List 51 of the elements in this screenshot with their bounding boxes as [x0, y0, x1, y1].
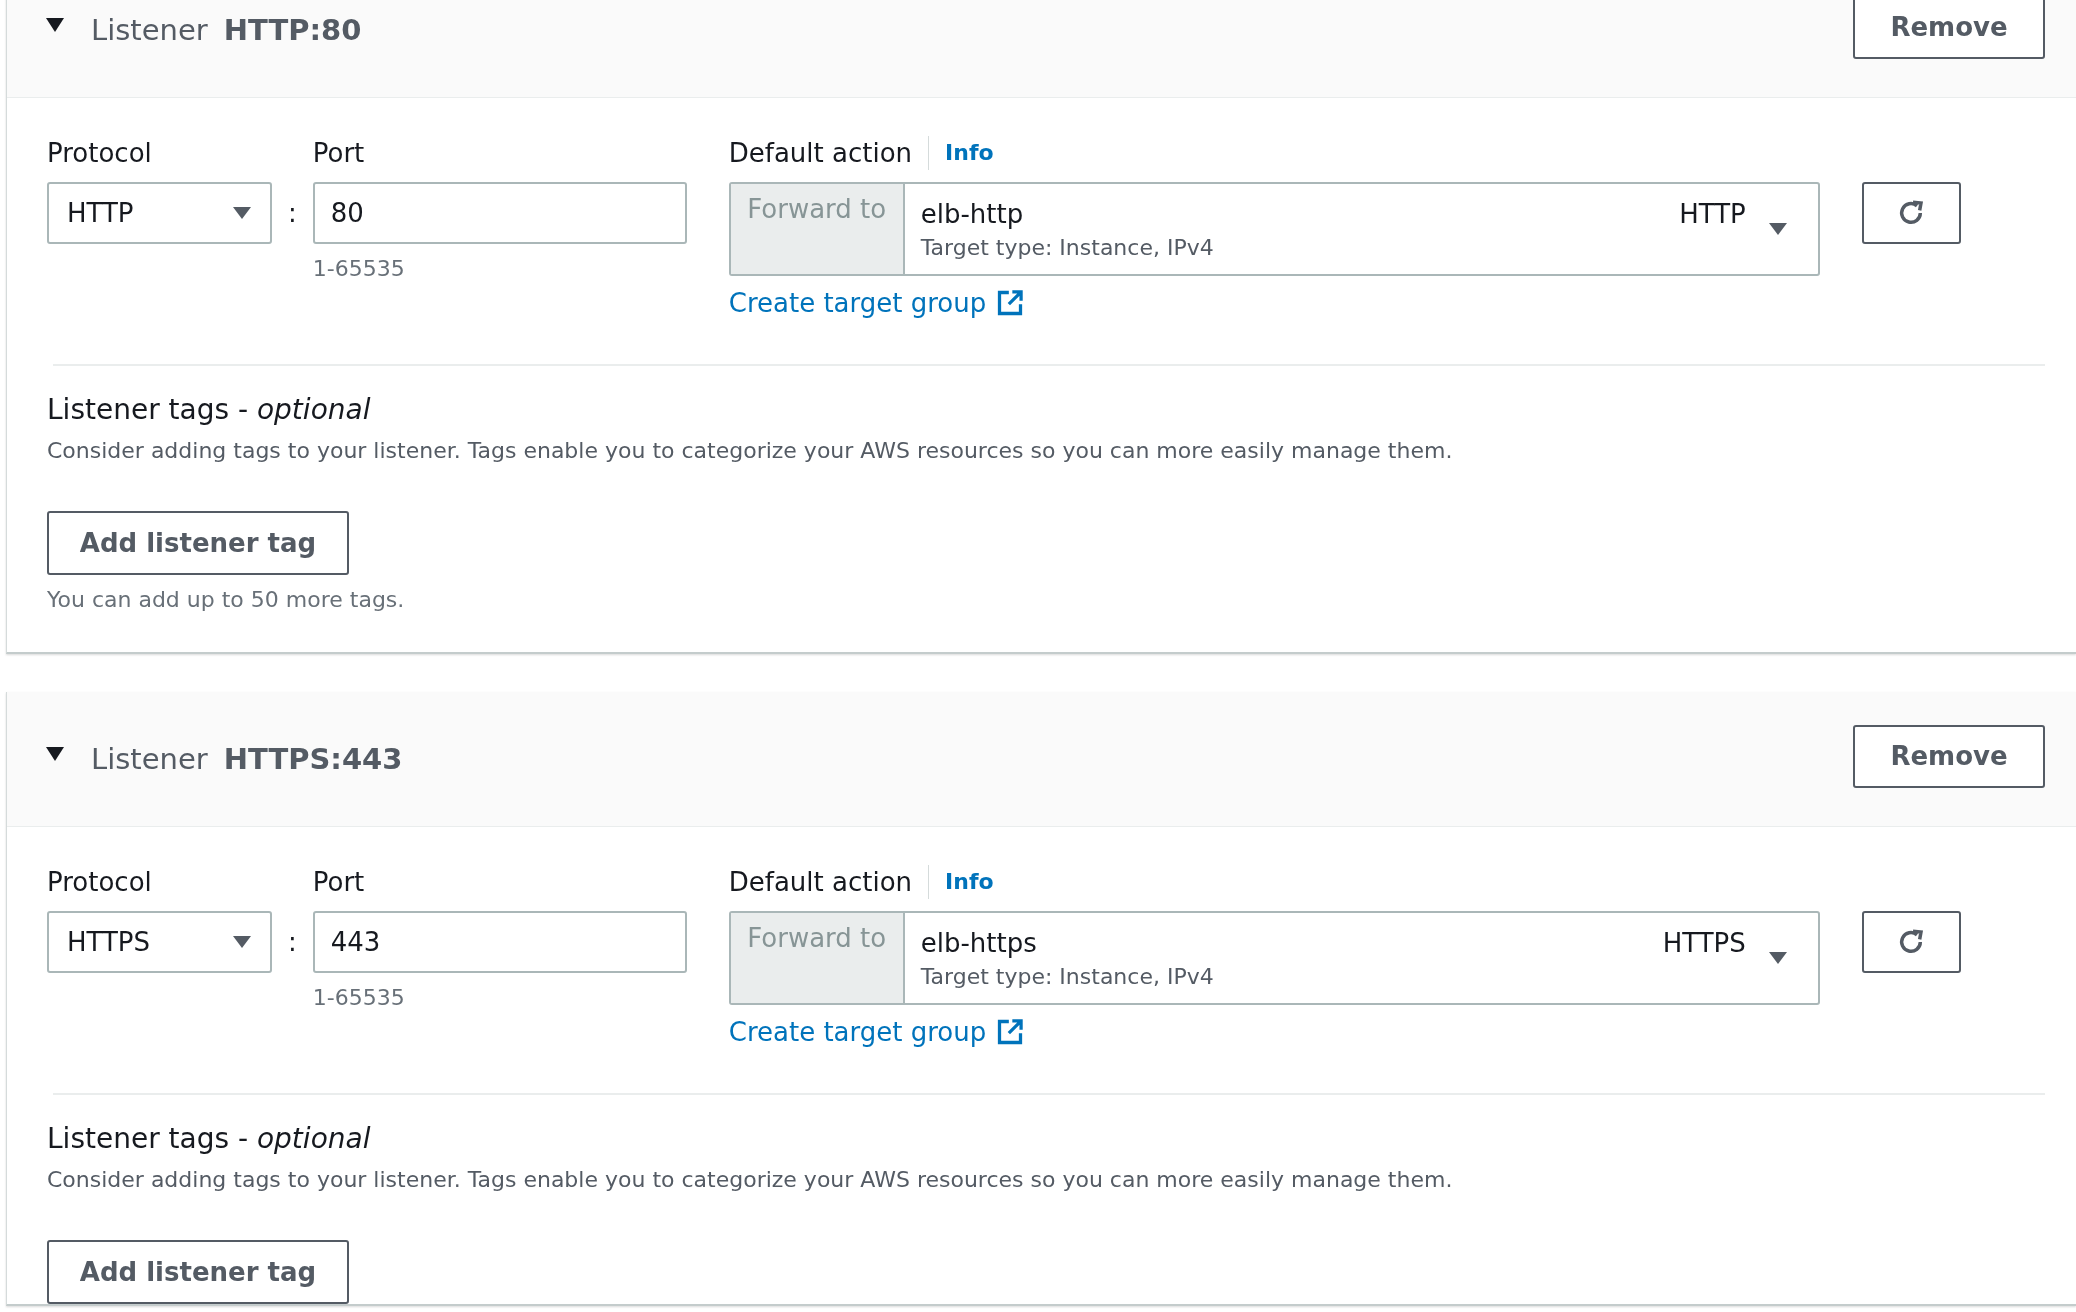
field-label: Protocol: [47, 137, 153, 170]
port-hint: 1-65535: [312, 985, 406, 1010]
caret-icon[interactable]: [45, 17, 65, 33]
port-field[interactable]: 80: [312, 182, 687, 244]
external-link-icon: [996, 289, 1025, 317]
section-title: Listener tags - optional: [47, 1121, 371, 1157]
target-protocol: HTTP: [1679, 198, 1746, 229]
field-label: Default action: [728, 137, 913, 170]
protocol-select[interactable]: HTTPS: [47, 911, 272, 973]
info-link[interactable]: Info: [945, 865, 994, 899]
listener-title: Listener: [91, 742, 208, 776]
caret-icon: [1767, 222, 1788, 236]
target-type: Target type: Instance, IPv4: [920, 234, 1215, 260]
separator: :: [288, 198, 297, 228]
field-label: Protocol: [47, 866, 153, 899]
create-target-group-link[interactable]: Create target group: [728, 1017, 1025, 1047]
caret-icon[interactable]: [45, 746, 65, 762]
section-title: Listener tags - optional: [47, 392, 371, 428]
default-action-select[interactable]: Forward to elb-https HTTPS Target type: Instance, IPv4: [728, 911, 1820, 1005]
listener-name: HTTP:80: [223, 13, 362, 47]
caret-icon: [232, 206, 252, 220]
port-field[interactable]: 443: [312, 911, 687, 973]
remove-button[interactable]: Remove: [1853, 724, 2045, 788]
section-description: Consider adding tags to your listener. Tags enable you to categorize your AWS resources so you can more easily manage them.: [47, 438, 1453, 463]
target-group-name: elb-https: [920, 927, 1037, 958]
remove-button[interactable]: Remove: [1853, 0, 2045, 59]
forward-label: Forward to: [730, 184, 905, 274]
listener-name: HTTPS:443: [223, 742, 403, 776]
field-label: Port: [312, 866, 366, 899]
section-description: Consider adding tags to your listener. Tags enable you to categorize your AWS resources so you can more easily manage them.: [47, 1167, 1453, 1192]
field-label: Default action: [728, 866, 913, 899]
caret-icon: [232, 935, 252, 949]
listener-title: Listener: [91, 13, 208, 47]
caret-icon: [1767, 951, 1788, 965]
target-protocol: HTTPS: [1662, 927, 1746, 958]
add-tag-button[interactable]: Add listener tag: [47, 511, 349, 575]
external-link-icon: [996, 1018, 1025, 1046]
port-hint: 1-65535: [312, 256, 406, 281]
add-tag-button[interactable]: Add listener tag: [47, 1240, 349, 1304]
tags-hint: You can add up to 50 more tags.: [47, 587, 405, 612]
info-link[interactable]: Info: [945, 136, 994, 170]
forward-label: Forward to: [730, 913, 905, 1003]
default-action-select[interactable]: Forward to elb-http HTTP Target type: Instance, IPv4: [728, 182, 1820, 276]
target-group-name: elb-http: [920, 198, 1024, 229]
separator: :: [288, 927, 297, 957]
create-target-group-link[interactable]: Create target group: [728, 288, 1025, 318]
refresh-button[interactable]: [1861, 911, 1961, 973]
protocol-select[interactable]: HTTP: [47, 182, 272, 244]
field-label: Port: [312, 137, 366, 170]
target-type: Target type: Instance, IPv4: [920, 963, 1215, 989]
refresh-button[interactable]: [1861, 182, 1961, 244]
